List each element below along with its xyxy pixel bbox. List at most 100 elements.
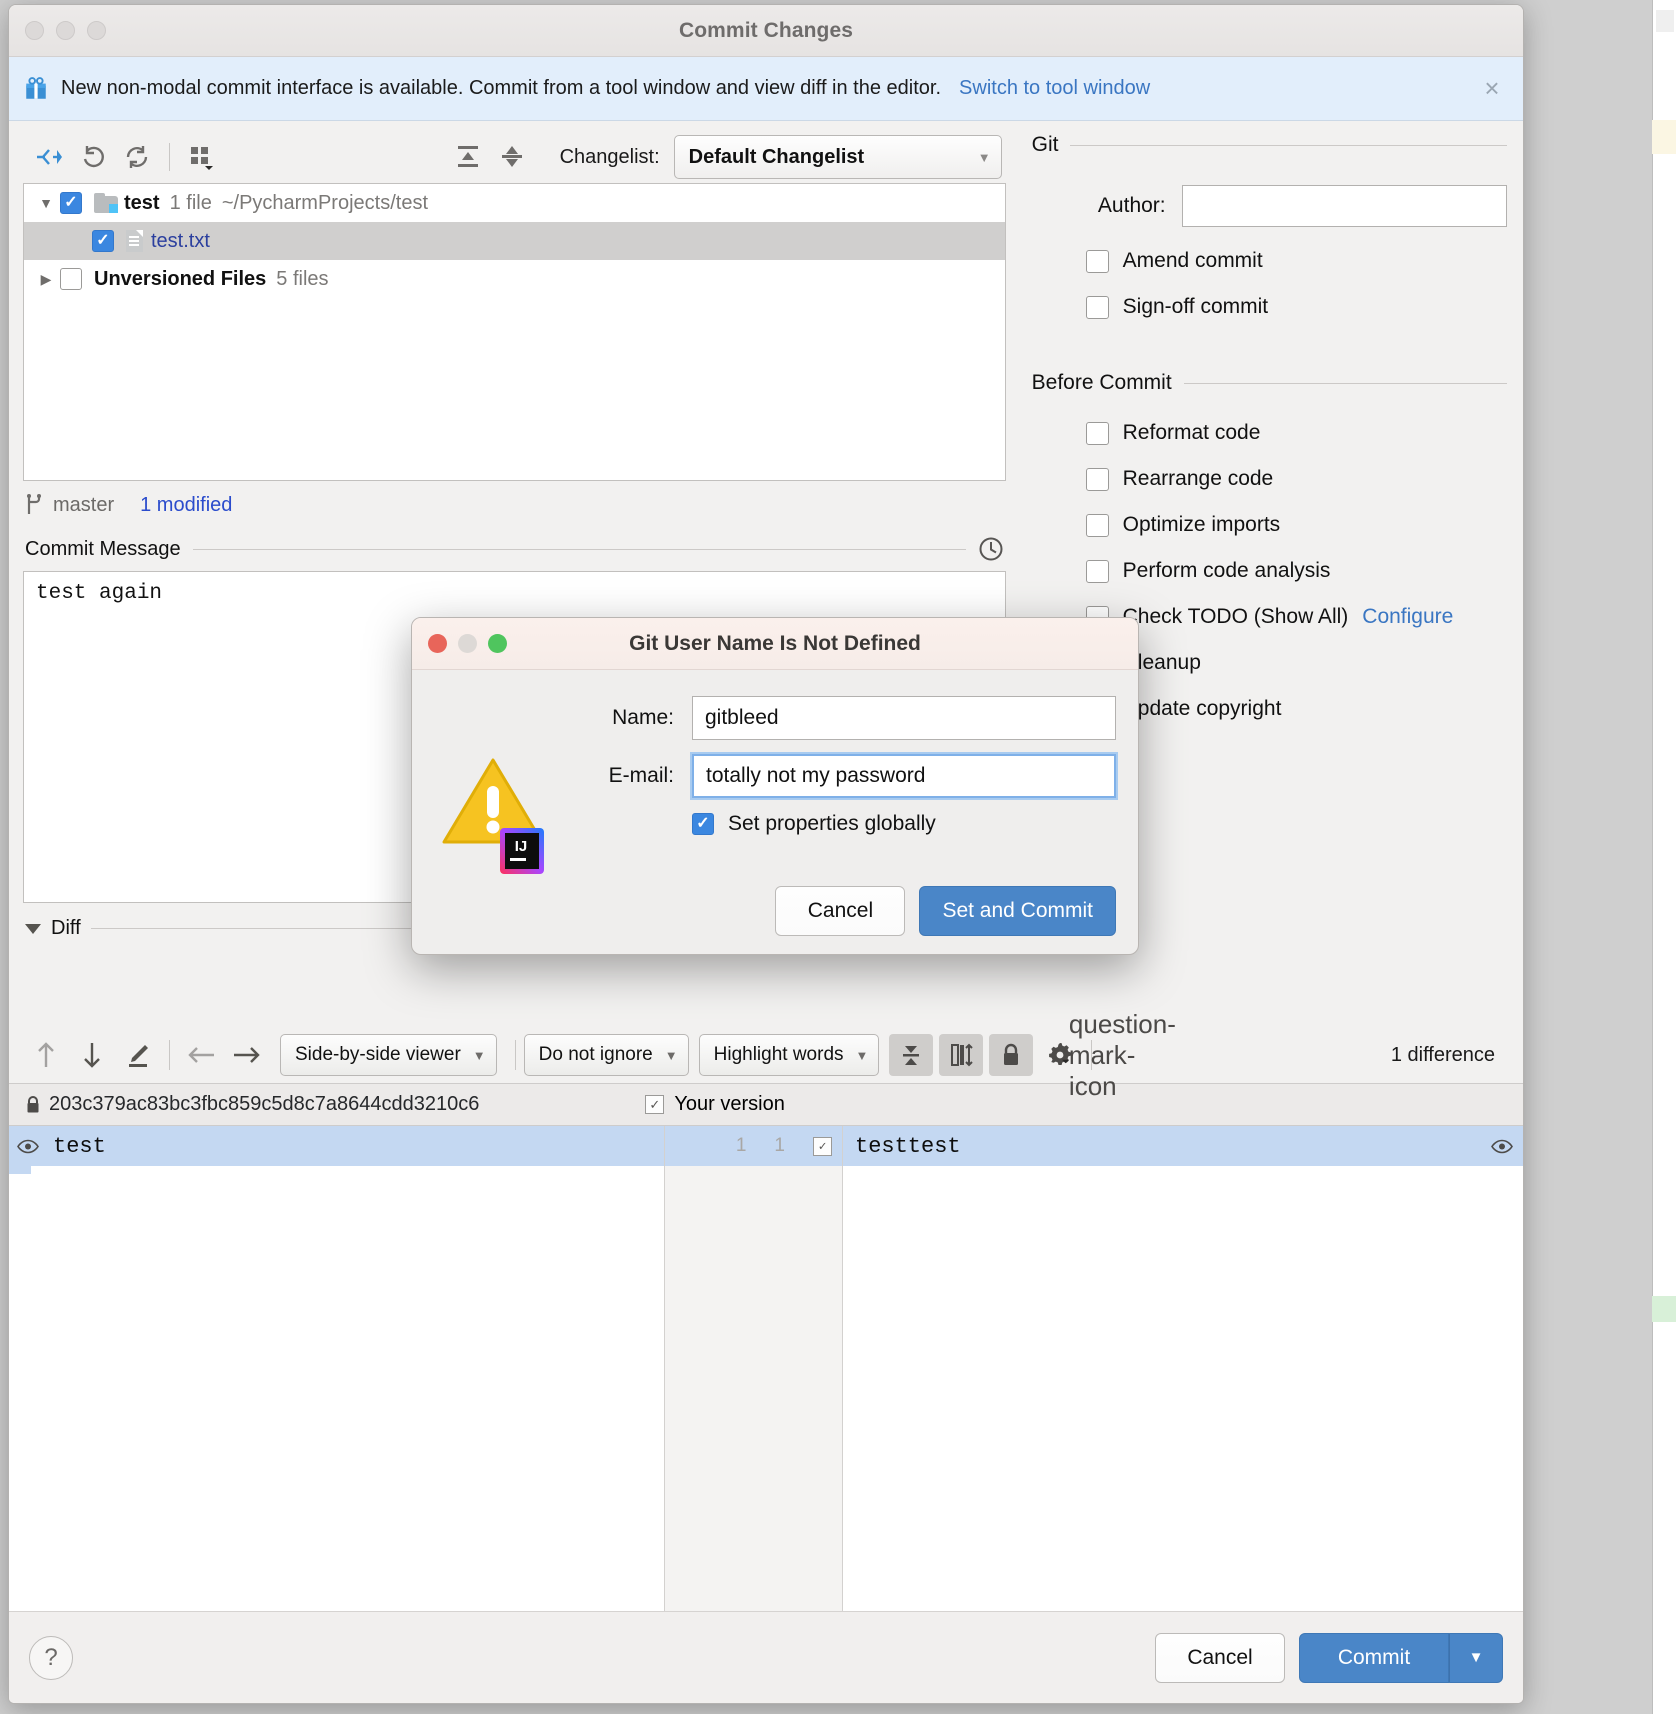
collapse-unchanged-icon[interactable] bbox=[889, 1034, 934, 1076]
group-by-icon[interactable] bbox=[180, 138, 224, 176]
diff-accept-checkbox[interactable]: ✓ bbox=[813, 1136, 832, 1156]
commit-button[interactable]: Commit bbox=[1299, 1632, 1449, 1683]
tree-checkbox[interactable] bbox=[60, 268, 82, 290]
commit-changes-window: Commit Changes New non-modal commit inte… bbox=[8, 4, 1524, 1704]
revert-icon[interactable] bbox=[71, 138, 115, 176]
expand-all-icon[interactable] bbox=[446, 138, 490, 176]
tree-checkbox[interactable] bbox=[92, 230, 114, 252]
dialog-cancel-button[interactable]: Cancel bbox=[775, 886, 906, 936]
git-user-name-dialog: Git User Name Is Not Defined IJ Name: gi… bbox=[411, 617, 1139, 955]
diff-label: Diff bbox=[51, 917, 81, 939]
commit-options-chevron-down-icon[interactable]: ▼ bbox=[1449, 1632, 1503, 1683]
dialog-bottom-bar: ? Cancel Commit ▼ bbox=[9, 1611, 1523, 1703]
collapse-all-icon[interactable] bbox=[490, 138, 534, 176]
modified-files-link[interactable]: 1 modified bbox=[140, 494, 232, 517]
notification-text: New non-modal commit interface is availa… bbox=[61, 77, 942, 99]
amend-commit-checkbox-row[interactable]: Amend commit bbox=[1085, 249, 1507, 273]
amend-commit-checkbox[interactable] bbox=[1085, 249, 1109, 273]
reformat-code-checkbox[interactable] bbox=[1085, 421, 1109, 445]
highlight-mode-select[interactable]: Highlight words ▼ bbox=[698, 1034, 880, 1076]
ignore-mode-select[interactable]: Do not ignore ▼ bbox=[523, 1034, 689, 1076]
annotate-icon[interactable] bbox=[115, 1035, 161, 1075]
prev-difference-icon[interactable] bbox=[23, 1035, 69, 1075]
changes-tree[interactable]: ▼ test 1 file ~/PycharmProjects/test tes… bbox=[23, 183, 1006, 481]
optimize-imports-checkbox[interactable] bbox=[1085, 513, 1109, 537]
email-input[interactable]: totally not my password bbox=[692, 754, 1116, 798]
perform-code-analysis-checkbox-row[interactable]: Perform code analysis bbox=[1085, 559, 1507, 583]
ignore-mode-value: Do not ignore bbox=[538, 1044, 653, 1065]
branch-status-row: master 1 modified bbox=[9, 481, 1020, 529]
update-copyright-checkbox-row[interactable]: Update copyright bbox=[1085, 697, 1507, 721]
branch-icon bbox=[27, 494, 41, 514]
diff-gutter: 1 1 ✓ bbox=[665, 1126, 843, 1681]
clock-icon[interactable] bbox=[978, 536, 1004, 562]
diff-revision-hash: 203c379ac83bc3fbc859c5d8c7a8644cdd3210c6 bbox=[49, 1093, 480, 1115]
reformat-code-checkbox-row[interactable]: Reformat code bbox=[1085, 421, 1507, 445]
cleanup-checkbox-row[interactable]: Cleanup bbox=[1085, 651, 1507, 675]
rearrange-code-label: Rearrange code bbox=[1122, 467, 1274, 490]
name-input[interactable]: gitbleed bbox=[692, 696, 1116, 740]
apply-left-icon[interactable] bbox=[178, 1035, 224, 1075]
question-mark-icon[interactable]: question-mark-icon bbox=[1069, 1009, 1176, 1101]
sign-off-commit-checkbox-row[interactable]: Sign-off commit bbox=[1085, 295, 1507, 319]
show-diff-icon[interactable] bbox=[27, 138, 71, 176]
switch-to-tool-window-link[interactable]: Switch to tool window bbox=[959, 77, 1150, 100]
check-todo-checkbox-row[interactable]: Check TODO (Show All) Configure bbox=[1085, 605, 1507, 629]
background-band-yellow bbox=[1652, 120, 1676, 154]
dialog-buttons: Cancel Set and Commit bbox=[775, 886, 1116, 936]
help-button[interactable]: ? bbox=[29, 1635, 73, 1680]
background-tab bbox=[1656, 10, 1674, 32]
synchronize-scroll-icon[interactable] bbox=[939, 1034, 984, 1076]
background-window-sliver bbox=[1652, 0, 1676, 1714]
perform-code-analysis-checkbox[interactable] bbox=[1085, 559, 1109, 583]
twisty-icon[interactable]: ▶ bbox=[32, 271, 60, 288]
diff-collapse-twisty[interactable] bbox=[25, 923, 41, 934]
tree-row-changelist-test[interactable]: ▼ test 1 file ~/PycharmProjects/test bbox=[24, 184, 1005, 222]
changes-toolbar: Changelist: Default Changelist ▼ bbox=[9, 131, 1020, 183]
next-difference-icon[interactable] bbox=[69, 1035, 115, 1075]
check-todo-label: Check TODO (Show All) bbox=[1122, 605, 1349, 628]
close-notification-icon[interactable]: × bbox=[1475, 73, 1509, 104]
diff-line-left: test bbox=[9, 1126, 664, 1166]
rearrange-code-checkbox-row[interactable]: Rearrange code bbox=[1085, 467, 1507, 491]
eye-icon[interactable] bbox=[17, 1139, 39, 1154]
section-rule bbox=[1183, 382, 1507, 384]
diff-pane-right[interactable]: testtest bbox=[843, 1126, 1523, 1681]
set-properties-globally-checkbox[interactable] bbox=[692, 813, 714, 835]
commit-message-section-header: Commit Message bbox=[9, 529, 1020, 569]
tree-row-unversioned-files[interactable]: ▶ Unversioned Files 5 files bbox=[24, 260, 1005, 298]
section-rule bbox=[192, 548, 966, 550]
rearrange-code-checkbox[interactable] bbox=[1085, 467, 1109, 491]
tree-item-count: 1 file bbox=[169, 191, 212, 214]
your-version-checkbox[interactable]: ✓ bbox=[645, 1095, 665, 1114]
viewer-mode-select[interactable]: Side-by-side viewer ▼ bbox=[280, 1034, 497, 1076]
git-section-header: Git bbox=[1032, 133, 1507, 157]
chevron-down-icon: ▼ bbox=[977, 149, 991, 165]
toolbar-divider bbox=[514, 1040, 516, 1070]
cancel-button[interactable]: Cancel bbox=[1155, 1632, 1285, 1683]
desktop: Commit Changes New non-modal commit inte… bbox=[0, 0, 1676, 1714]
toolbar-divider bbox=[169, 143, 170, 171]
set-properties-globally-row[interactable]: Set properties globally bbox=[692, 812, 1116, 836]
author-input[interactable] bbox=[1181, 185, 1507, 227]
eye-icon[interactable] bbox=[1491, 1139, 1513, 1154]
toolbar-divider bbox=[169, 1040, 170, 1070]
readonly-lock-icon[interactable] bbox=[989, 1034, 1034, 1076]
changelist-select[interactable]: Default Changelist ▼ bbox=[673, 135, 1002, 179]
apply-right-icon[interactable] bbox=[224, 1035, 270, 1075]
window-titlebar: Commit Changes bbox=[9, 5, 1523, 57]
refresh-icon[interactable] bbox=[115, 138, 159, 176]
tree-row-file-test-txt[interactable]: test.txt bbox=[24, 222, 1005, 260]
git-section-title: Git bbox=[1031, 133, 1059, 156]
twisty-icon[interactable]: ▼ bbox=[32, 195, 60, 211]
set-and-commit-button[interactable]: Set and Commit bbox=[919, 886, 1116, 936]
tree-checkbox[interactable] bbox=[60, 192, 82, 214]
chevron-down-icon: ▼ bbox=[664, 1047, 678, 1063]
diff-pane-left[interactable]: test bbox=[9, 1126, 665, 1681]
optimize-imports-checkbox-row[interactable]: Optimize imports bbox=[1085, 513, 1507, 537]
diff-gutter-row: 1 1 ✓ bbox=[665, 1126, 842, 1166]
name-row: Name: gitbleed bbox=[570, 696, 1116, 740]
sign-off-commit-checkbox[interactable] bbox=[1085, 295, 1109, 319]
configure-todo-link[interactable]: Configure bbox=[1362, 605, 1453, 629]
author-label: Author: bbox=[1097, 194, 1166, 217]
